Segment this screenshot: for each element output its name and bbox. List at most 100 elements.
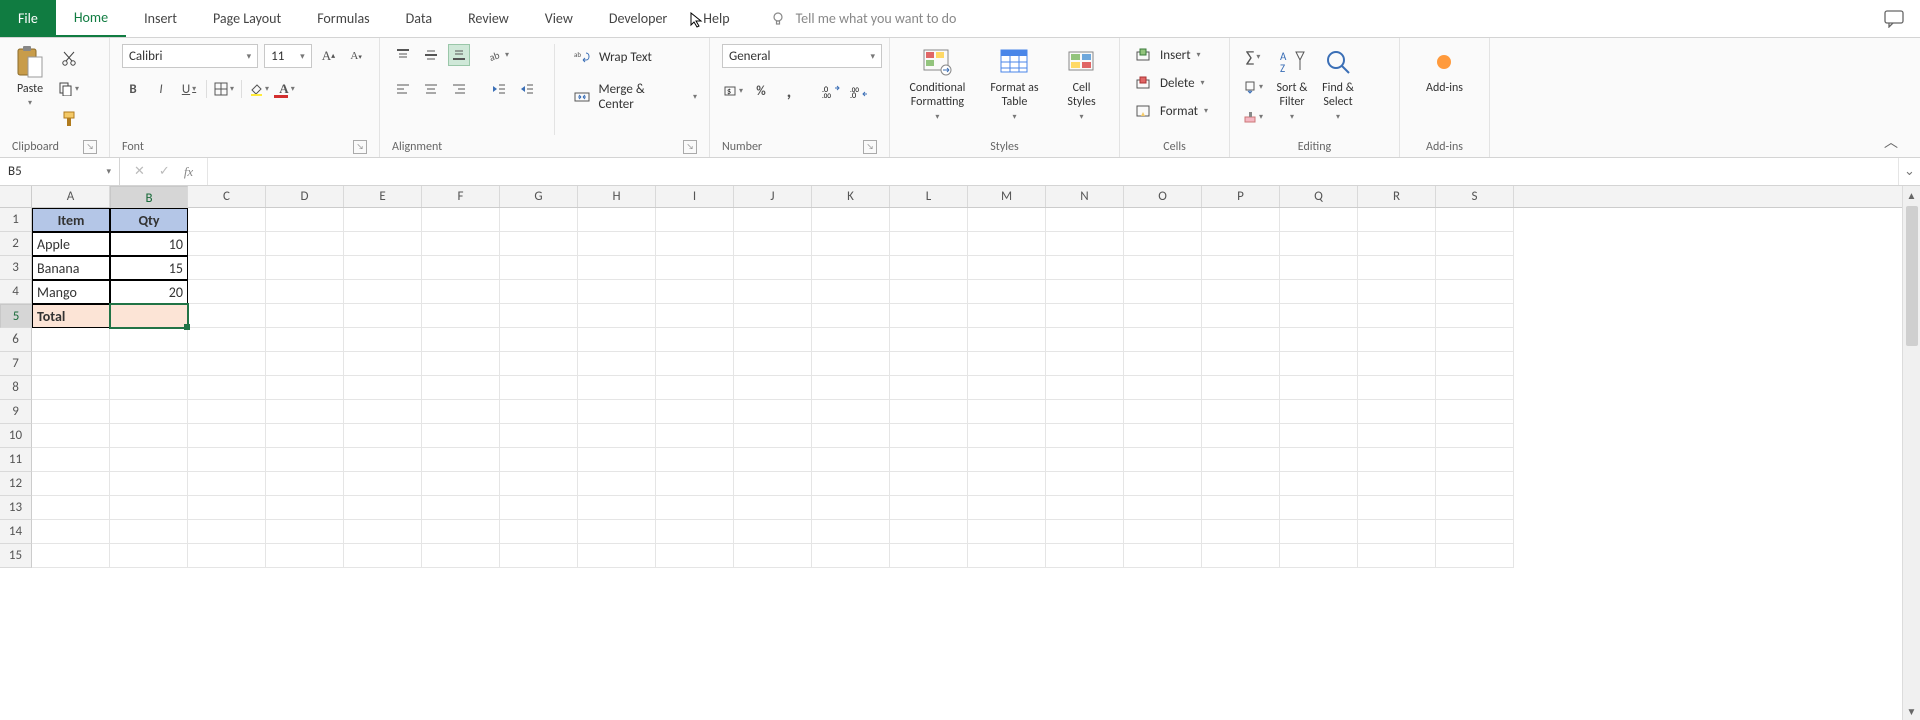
italic-button[interactable]: I	[150, 78, 172, 100]
align-middle-button[interactable]	[420, 44, 442, 66]
row-header-11[interactable]: 11	[0, 448, 32, 472]
cell-A5[interactable]: Total	[32, 304, 110, 328]
addins-button[interactable]: Add-ins	[1426, 44, 1463, 96]
tab-file[interactable]: File	[0, 0, 56, 37]
paste-button[interactable]: Paste ▾	[12, 44, 48, 108]
row-header-15[interactable]: 15	[0, 544, 32, 568]
orientation-button[interactable]: ab	[488, 44, 510, 66]
vertical-scrollbar[interactable]: ▲ ▼	[1902, 186, 1920, 720]
col-header-C[interactable]: C	[188, 186, 266, 207]
clipboard-dialog-launcher[interactable]: ↘	[83, 140, 97, 154]
scroll-down-button[interactable]: ▼	[1903, 702, 1920, 720]
tab-insert[interactable]: Insert	[126, 0, 195, 37]
row-header-12[interactable]: 12	[0, 472, 32, 496]
col-header-J[interactable]: J	[734, 186, 812, 207]
increase-decimal-button[interactable]: .0.00	[820, 80, 842, 102]
row-header-2[interactable]: 2	[0, 232, 32, 256]
decrease-indent-button[interactable]	[488, 78, 510, 100]
col-header-B[interactable]: B	[110, 186, 188, 210]
align-right-button[interactable]	[448, 78, 470, 100]
tab-page-layout[interactable]: Page Layout	[195, 0, 299, 37]
find-select-button[interactable]: Find & Select▾	[1320, 44, 1356, 122]
comma-button[interactable]: ,	[778, 80, 800, 102]
clear-button[interactable]	[1242, 106, 1264, 128]
tab-data[interactable]: Data	[388, 0, 450, 37]
col-header-S[interactable]: S	[1436, 186, 1514, 207]
wrap-text-button[interactable]: ab Wrap Text	[571, 46, 697, 68]
row-header-10[interactable]: 10	[0, 424, 32, 448]
comments-button[interactable]	[1868, 0, 1920, 37]
autosum-button[interactable]: ∑	[1242, 46, 1264, 68]
formula-input[interactable]	[208, 158, 1898, 185]
tell-me-search[interactable]: Tell me what you want to do	[748, 0, 1868, 37]
cell-B3[interactable]: 15	[110, 256, 188, 280]
enter-formula-button[interactable]: ✓	[159, 164, 170, 179]
format-as-table-button[interactable]: Format as Table▾	[990, 44, 1038, 122]
col-header-M[interactable]: M	[968, 186, 1046, 207]
cell-B1[interactable]: Qty	[110, 208, 188, 232]
cancel-formula-button[interactable]: ✕	[134, 164, 145, 179]
row-header-7[interactable]: 7	[0, 352, 32, 376]
conditional-formatting-button[interactable]: Conditional Formatting▾	[909, 44, 965, 122]
fill-button[interactable]	[1242, 76, 1264, 98]
tab-home[interactable]: Home	[56, 0, 126, 37]
col-header-H[interactable]: H	[578, 186, 656, 207]
align-center-button[interactable]	[420, 78, 442, 100]
cell-C1[interactable]	[188, 208, 266, 232]
bold-button[interactable]: B	[122, 78, 144, 100]
cell-B5[interactable]	[110, 304, 188, 328]
scroll-thumb[interactable]	[1906, 206, 1918, 346]
col-header-A[interactable]: A	[32, 186, 110, 207]
row-header-6[interactable]: 6	[0, 328, 32, 352]
col-header-G[interactable]: G	[500, 186, 578, 207]
number-dialog-launcher[interactable]: ↘	[863, 140, 877, 154]
row-header-3[interactable]: 3	[0, 256, 32, 280]
font-name-select[interactable]: Calibri▾	[122, 44, 258, 68]
row-header-5[interactable]: 5	[0, 304, 32, 328]
increase-indent-button[interactable]	[516, 78, 538, 100]
cut-button[interactable]	[58, 48, 80, 70]
cell-A4[interactable]: Mango	[32, 280, 110, 304]
expand-formula-bar-button[interactable]: ⌄	[1898, 158, 1920, 185]
cell-B4[interactable]: 20	[110, 280, 188, 304]
tab-help[interactable]: Help	[685, 0, 747, 37]
name-box[interactable]: B5▾	[0, 158, 120, 185]
underline-button[interactable]: U	[178, 78, 200, 100]
copy-button[interactable]	[58, 78, 80, 100]
font-color-button[interactable]: A	[276, 78, 298, 100]
format-painter-button[interactable]	[58, 108, 80, 130]
increase-font-button[interactable]: A▴	[318, 45, 340, 67]
row-header-4[interactable]: 4	[0, 280, 32, 304]
row-header-1[interactable]: 1	[0, 208, 32, 232]
col-header-R[interactable]: R	[1358, 186, 1436, 207]
cell-B2[interactable]: 10	[110, 232, 188, 256]
row-header-9[interactable]: 9	[0, 400, 32, 424]
decrease-decimal-button[interactable]: .00.0	[848, 80, 870, 102]
insert-cells-button[interactable]: Insert▾	[1132, 44, 1201, 66]
align-left-button[interactable]	[392, 78, 414, 100]
format-cells-button[interactable]: Format▾	[1132, 100, 1208, 122]
align-bottom-button[interactable]	[448, 44, 470, 66]
row-header-13[interactable]: 13	[0, 496, 32, 520]
font-size-select[interactable]: 11▾	[264, 44, 312, 68]
tab-formulas[interactable]: Formulas	[299, 0, 387, 37]
percent-button[interactable]: %	[750, 80, 772, 102]
col-header-O[interactable]: O	[1124, 186, 1202, 207]
col-header-K[interactable]: K	[812, 186, 890, 207]
collapse-ribbon-button[interactable]: ︿	[1884, 132, 1898, 152]
cell-A3[interactable]: Banana	[32, 256, 110, 280]
cell-A2[interactable]: Apple	[32, 232, 110, 256]
number-format-select[interactable]: General▾	[722, 44, 882, 68]
cell-styles-button[interactable]: Cell Styles▾	[1064, 44, 1100, 122]
col-header-F[interactable]: F	[422, 186, 500, 207]
col-header-I[interactable]: I	[656, 186, 734, 207]
fx-button[interactable]: fx	[184, 164, 193, 180]
scroll-up-button[interactable]: ▲	[1903, 186, 1920, 204]
delete-cells-button[interactable]: Delete▾	[1132, 72, 1205, 94]
select-all-corner[interactable]	[0, 186, 32, 207]
fill-color-button[interactable]	[248, 78, 270, 100]
borders-button[interactable]	[213, 78, 235, 100]
col-header-P[interactable]: P	[1202, 186, 1280, 207]
tab-review[interactable]: Review	[450, 0, 527, 37]
col-header-E[interactable]: E	[344, 186, 422, 207]
